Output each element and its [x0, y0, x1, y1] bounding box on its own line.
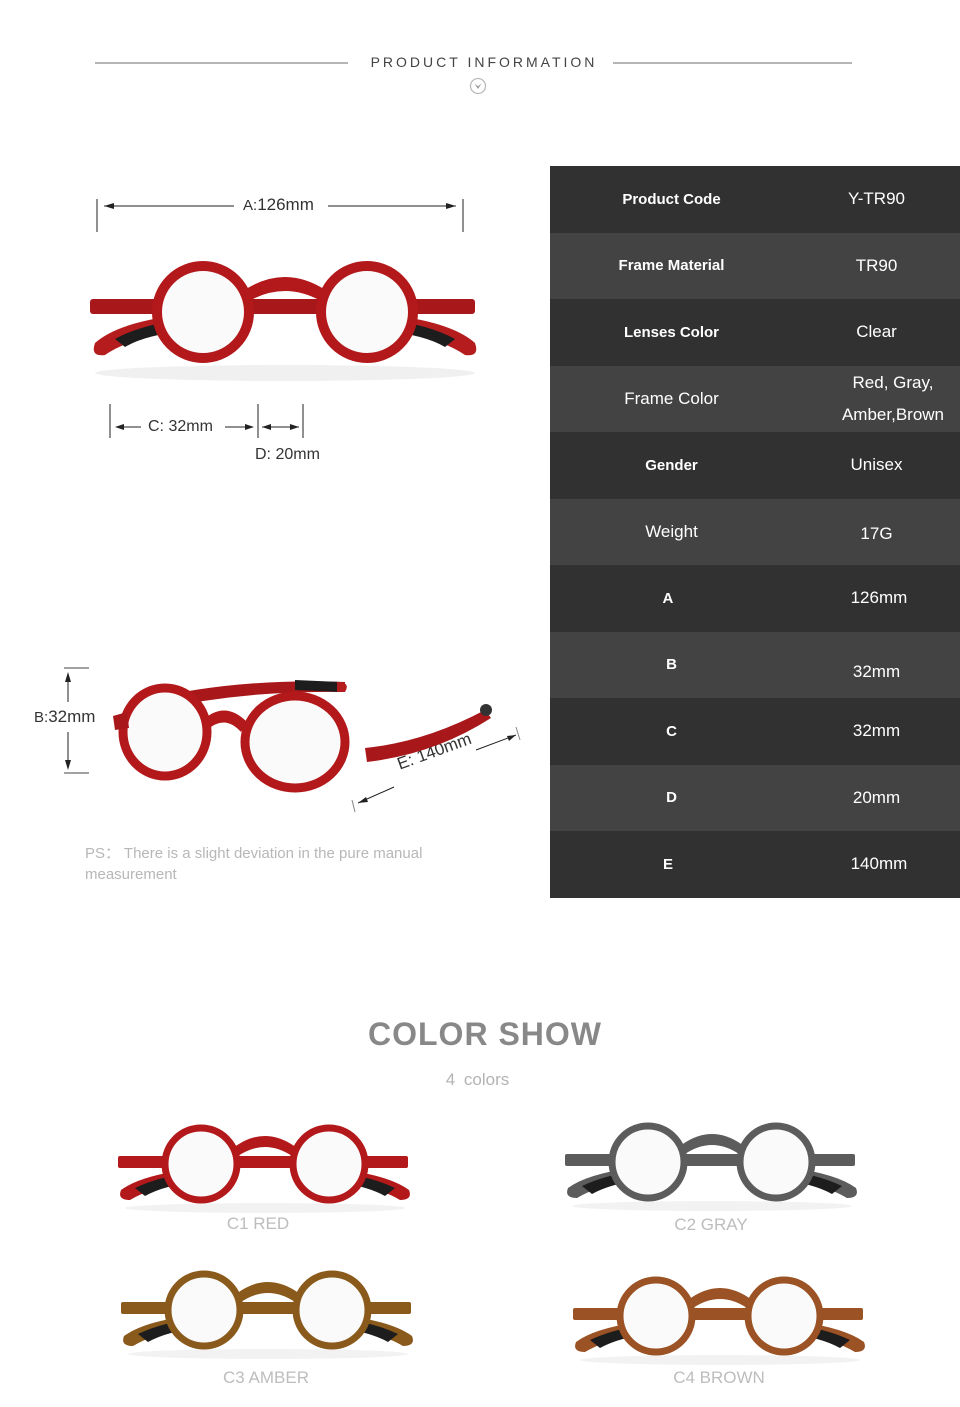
spec-label: D: [666, 789, 677, 807]
spec-row-gender: Gender Unisex: [550, 432, 960, 499]
color-variant-label: C1 RED: [226, 1214, 290, 1233]
spec-label: Gender: [645, 456, 698, 474]
spec-label: Frame Material: [618, 257, 725, 275]
spec-row-frame-material: Frame Material TR90: [550, 232, 960, 299]
product-image-gray: [565, 1122, 857, 1211]
spec-row-a: A 126mm: [550, 565, 960, 632]
spec-label: Product Code: [622, 190, 721, 208]
measurement-note: PS： There is a slight deviation in the p…: [85, 845, 423, 883]
spec-label: B: [666, 656, 677, 674]
color-count: 4 colors: [445, 1070, 510, 1089]
spec-label: A: [662, 589, 674, 607]
spec-row-frame-color: Frame Color Red, Gray, Amber,Brown: [550, 365, 960, 432]
dimension-a-label: A:126mm: [243, 195, 314, 214]
color-variant-label: C3 AMBER: [223, 1368, 309, 1387]
spec-row-weight: Weight 17G: [550, 498, 960, 565]
product-image-brown: [573, 1276, 865, 1365]
product-image-amber: [121, 1270, 413, 1359]
product-image-side-view: [113, 680, 492, 793]
product-image-red: [118, 1124, 410, 1213]
color-variant-label: C4 BROWN: [673, 1368, 765, 1387]
spec-value: Red, Gray, Amber,Brown: [841, 372, 945, 424]
dimension-lines-front: [96, 199, 464, 438]
spec-table: Product Code Y-TR90 Frame Material TR90 …: [550, 166, 960, 898]
spec-row-c: C 32mm: [550, 698, 960, 765]
spec-label: E: [662, 855, 673, 873]
spec-label: Frame Color: [624, 388, 719, 408]
spec-value: 140mm: [850, 854, 908, 874]
spec-value: 126mm: [850, 588, 908, 608]
dimension-d-label: D: 20mm: [255, 446, 320, 463]
spec-value: Unisex: [850, 455, 903, 475]
spec-row-e: E 140mm: [550, 831, 960, 898]
spec-value: 17G: [860, 523, 893, 543]
spec-value: 32mm: [852, 721, 901, 741]
spec-label: Weight: [645, 521, 698, 541]
header-divider-right: [613, 62, 852, 64]
dimension-c-label: C: 32mm: [148, 418, 213, 435]
product-image-front-view: [90, 261, 477, 381]
spec-value: TR90: [855, 255, 898, 275]
spec-value: Y-TR90: [847, 189, 905, 209]
spec-value: 20mm: [852, 787, 901, 807]
color-variant-label: C2 GRAY: [674, 1215, 748, 1234]
spec-row-d: D 20mm: [550, 764, 960, 831]
color-show-title: COLOR SHOW: [368, 1016, 602, 1052]
spec-row-b: B 32mm: [550, 631, 960, 698]
spec-label: Lenses Color: [623, 323, 720, 341]
spec-value: Clear: [856, 322, 897, 342]
spec-label: C: [666, 722, 677, 740]
dimension-b-label: B:32mm: [34, 707, 96, 726]
spec-value: 32mm: [852, 661, 901, 681]
spec-row-lenses-color: Lenses Color Clear: [550, 299, 960, 366]
spec-row-product-code: Product Code Y-TR90: [550, 166, 960, 233]
